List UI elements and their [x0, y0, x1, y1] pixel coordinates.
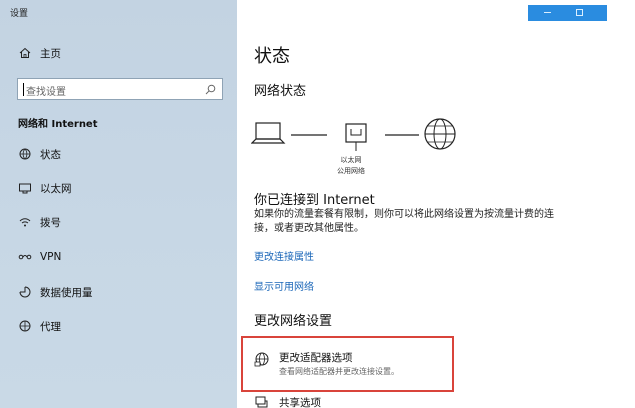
metered-description: 如果你的流量套餐有限制，则你可以将此网络设置为按流量计费的连接，或者更改其他属性…	[254, 209, 554, 234]
sidebar-item-label: 状态	[40, 148, 61, 161]
proxy-globe-icon	[18, 319, 32, 333]
search-input[interactable]: 查找设置	[17, 78, 223, 100]
search-placeholder: 查找设置	[26, 87, 66, 98]
home-icon	[18, 46, 32, 60]
main-content: 状态 网络状态 以太网 公用网络 你已连接到 Internet 如果你的流量套餐…	[237, 0, 635, 408]
section-label: 网络和 Internet	[18, 119, 98, 130]
sidebar-item-dialup[interactable]: 拨号	[0, 207, 237, 237]
network-status-heading: 网络状态	[254, 84, 307, 99]
sidebar-item-status[interactable]: 状态	[0, 139, 237, 169]
sidebar-item-label: VPN	[40, 251, 62, 263]
data-usage-icon	[18, 285, 32, 299]
sharing-options-button[interactable]: 共享选项	[279, 395, 321, 408]
maximize-icon[interactable]	[576, 9, 583, 16]
page-title: 状态	[254, 46, 290, 67]
vpn-icon	[18, 250, 32, 264]
text-caret	[23, 83, 24, 96]
internet-globe-icon	[424, 118, 456, 150]
adapter-name: 以太网	[340, 156, 362, 164]
adapter-options-description: 查看网络适配器并更改连接设置。	[279, 367, 399, 376]
sidebar-item-label: 数据使用量	[40, 286, 93, 299]
sidebar-item-ethernet[interactable]: 以太网	[0, 173, 237, 203]
computer-icon	[251, 122, 286, 144]
ethernet-icon	[18, 181, 32, 195]
sidebar-item-label: 以太网	[40, 182, 72, 195]
change-properties-link[interactable]: 更改连接属性	[254, 248, 314, 263]
sidebar-item-label: 主页	[40, 47, 61, 60]
adapter-options-button[interactable]: 更改适配器选项	[279, 350, 353, 365]
network-type: 公用网络	[337, 167, 365, 175]
show-networks-link[interactable]: 显示可用网络	[254, 278, 314, 293]
minimize-icon[interactable]	[544, 12, 551, 13]
sidebar-item-proxy[interactable]: 代理	[0, 311, 237, 341]
search-icon[interactable]	[205, 84, 216, 95]
sidebar-item-home[interactable]: 主页	[0, 38, 237, 68]
sidebar: 设置 主页 查找设置 网络和 Internet 状态 以太网 拨号 VPN 数据…	[0, 0, 237, 408]
ethernet-adapter-icon	[345, 123, 367, 151]
sidebar-item-data-usage[interactable]: 数据使用量	[0, 277, 237, 307]
adapter-globe-icon	[254, 352, 269, 367]
sidebar-item-label: 代理	[40, 320, 61, 333]
sidebar-item-label: 拨号	[40, 216, 61, 229]
sidebar-item-vpn[interactable]: VPN	[0, 242, 237, 272]
window-controls	[528, 5, 607, 21]
dialup-icon	[18, 215, 32, 229]
sharing-icon	[255, 396, 268, 408]
globe-status-icon	[18, 147, 32, 161]
app-title: 设置	[10, 9, 29, 19]
connection-status-text: 你已连接到 Internet	[254, 193, 375, 208]
change-settings-heading: 更改网络设置	[254, 314, 333, 329]
